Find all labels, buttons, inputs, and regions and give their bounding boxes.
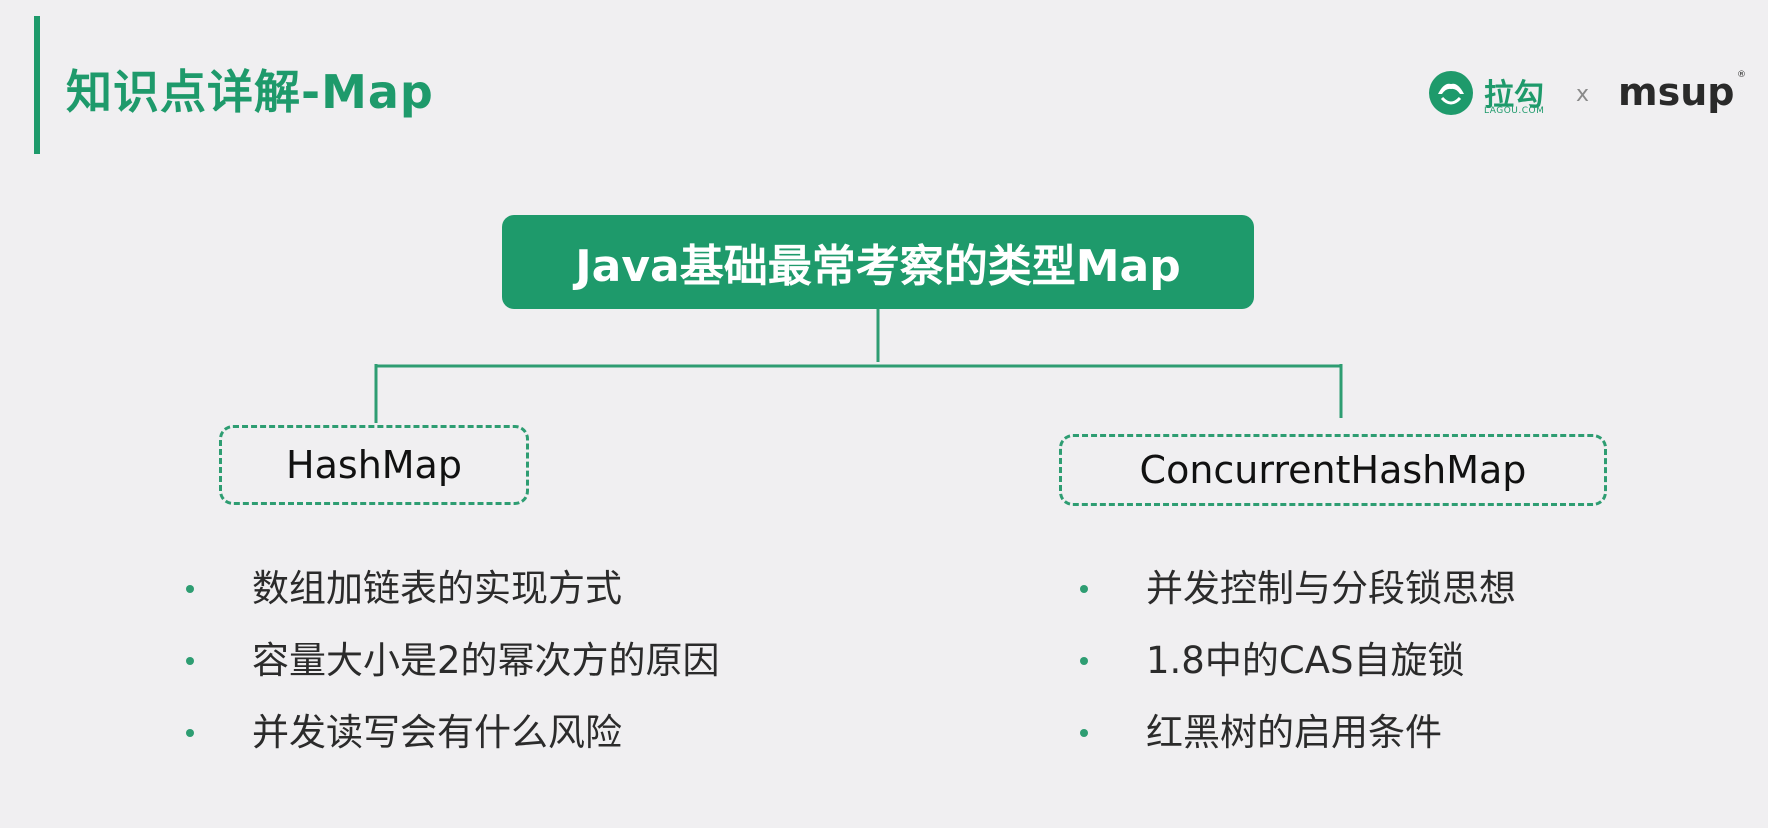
bullet-dot-icon <box>186 657 194 665</box>
bullet-text: 并发读写会有什么风险 <box>252 711 622 754</box>
hashmap-points-list: 数组加链表的实现方式 容量大小是2的幂次方的原因 并发读写会有什么风险 <box>186 553 786 769</box>
bullet-text: 容量大小是2的幂次方的原因 <box>252 639 720 682</box>
bullet-dot-icon <box>1080 657 1088 665</box>
bullet-dot-icon <box>186 729 194 737</box>
bullet-dot-icon <box>186 585 194 593</box>
list-item: 容量大小是2的幂次方的原因 <box>186 625 786 697</box>
bullet-text: 1.8中的CAS自旋锁 <box>1146 639 1465 682</box>
bullet-dot-icon <box>1080 585 1088 593</box>
list-item: 红黑树的启用条件 <box>1080 697 1680 769</box>
concurrenthashmap-node: ConcurrentHashMap <box>1059 434 1607 506</box>
list-item: 并发读写会有什么风险 <box>186 697 786 769</box>
list-item: 1.8中的CAS自旋锁 <box>1080 625 1680 697</box>
bullet-text: 数组加链表的实现方式 <box>252 567 622 610</box>
hashmap-node: HashMap <box>219 425 529 505</box>
bullet-text: 并发控制与分段锁思想 <box>1146 567 1516 610</box>
bullet-text: 红黑树的启用条件 <box>1146 711 1442 754</box>
list-item: 并发控制与分段锁思想 <box>1080 553 1680 625</box>
concurrenthashmap-points-list: 并发控制与分段锁思想 1.8中的CAS自旋锁 红黑树的启用条件 <box>1080 553 1680 769</box>
list-item: 数组加链表的实现方式 <box>186 553 786 625</box>
bullet-dot-icon <box>1080 729 1088 737</box>
